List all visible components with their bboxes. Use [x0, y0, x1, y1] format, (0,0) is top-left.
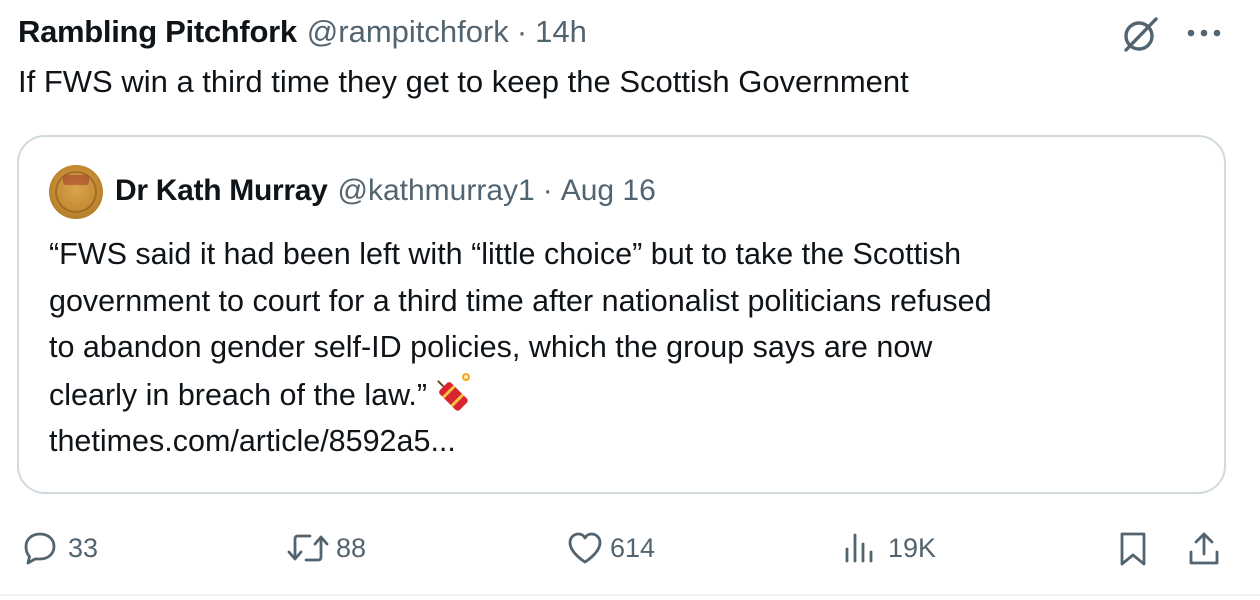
- quoted-tweet-header: Dr Kath Murray @kathmurray1 · Aug 16: [115, 169, 656, 213]
- quoted-author-handle[interactable]: @kathmurray1: [338, 174, 535, 208]
- quote-line-text: clearly in breach of the law.”: [49, 377, 428, 412]
- tweet-text: If FWS win a third time they get to keep…: [18, 64, 909, 99]
- like-count: 614: [610, 532, 656, 563]
- repost-count: 88: [336, 532, 367, 563]
- author-name[interactable]: Rambling Pitchfork: [18, 14, 297, 50]
- quote-line: “FWS said it had been left with “little …: [49, 237, 962, 271]
- quoted-tweet-text: “FWS said it had been left with “little …: [49, 231, 1209, 465]
- more-icon[interactable]: [1184, 20, 1224, 46]
- tweet-timestamp[interactable]: 14h: [535, 14, 587, 50]
- bottom-divider: [0, 594, 1260, 596]
- repost-icon: [287, 534, 329, 562]
- views-button[interactable]: 19K: [842, 530, 936, 566]
- tweet[interactable]: Rambling Pitchfork @rampitchfork · 14h I…: [0, 0, 1260, 600]
- reply-button[interactable]: 33: [22, 530, 98, 566]
- tweet-header: Rambling Pitchfork @rampitchfork · 14h: [18, 10, 587, 54]
- like-button[interactable]: 614: [566, 530, 655, 566]
- share-icon[interactable]: [1186, 530, 1222, 568]
- author-handle[interactable]: @rampitchfork: [307, 14, 509, 50]
- quoted-tweet-card[interactable]: Dr Kath Murray @kathmurray1 · Aug 16 “FW…: [17, 135, 1226, 494]
- quote-line-last: clearly in breach of the law.”: [49, 371, 1209, 419]
- quoted-header-separator: ·: [542, 174, 553, 207]
- quote-line: government to court for a third time aft…: [49, 283, 992, 318]
- repost-button[interactable]: 88: [286, 530, 366, 566]
- grok-icon[interactable]: [1120, 14, 1162, 54]
- reply-count: 33: [68, 532, 99, 563]
- reply-icon: [24, 532, 56, 565]
- quote-line: to abandon gender self-ID policies, whic…: [49, 330, 933, 364]
- header-separator: ·: [516, 14, 528, 49]
- firecracker-icon: [437, 372, 471, 411]
- quoted-author-name[interactable]: Dr Kath Murray: [115, 174, 328, 208]
- action-bar: 33 88 614 19K: [0, 520, 1260, 576]
- quoted-author-avatar[interactable]: [49, 165, 103, 219]
- quoted-link[interactable]: thetimes.com/article/8592a5...: [49, 418, 1209, 465]
- like-icon: [568, 532, 602, 564]
- bookmark-icon[interactable]: [1116, 530, 1150, 568]
- views-icon: [845, 533, 873, 563]
- views-count: 19K: [888, 532, 937, 563]
- quoted-tweet-timestamp[interactable]: Aug 16: [561, 174, 656, 208]
